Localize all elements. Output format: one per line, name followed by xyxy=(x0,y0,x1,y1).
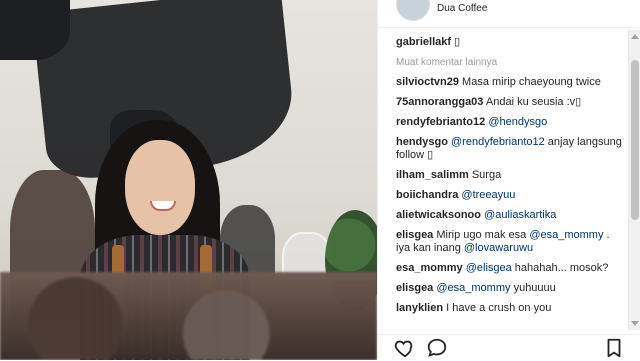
comment-row: silvioctvn29 Masa mirip chaeyoung twice xyxy=(378,76,626,89)
comment-row: lanyklien I have a crush on you xyxy=(378,302,626,315)
username[interactable]: lanyklien xyxy=(396,302,443,314)
scroll-down-arrow-icon[interactable] xyxy=(631,321,639,326)
mention-link[interactable]: @esa_mommy xyxy=(529,229,603,241)
comment-text: Masa mirip chaeyoung twice xyxy=(462,76,601,88)
comment-row: ilham_salimm Surga xyxy=(378,169,626,182)
woman-face xyxy=(125,140,195,235)
post-header: Dua Coffee xyxy=(378,0,640,28)
username[interactable]: esa_mommy xyxy=(396,262,463,274)
username[interactable]: elisgea xyxy=(396,282,433,294)
comment-row: elisgea Mirip ugo mak esa @esa_mommy . i… xyxy=(378,229,626,255)
avatar[interactable] xyxy=(396,0,430,21)
mention-link[interactable]: @lovawaruwu xyxy=(464,242,533,254)
mention-link[interactable]: @esa_mommy xyxy=(436,282,510,294)
comment-row: esa_mommy @elisgea hahahah... mosok? xyxy=(378,262,626,275)
heart-icon[interactable] xyxy=(394,337,416,359)
caption-text: ▯ xyxy=(454,36,461,48)
wall-map xyxy=(0,0,70,60)
comment-text: Mirip ugo mak esa xyxy=(436,229,530,241)
username[interactable]: rendyfebrianto12 xyxy=(396,116,485,128)
username[interactable]: 75annorangga03 xyxy=(396,96,483,108)
mention-link[interactable]: @elisgea xyxy=(466,262,512,274)
comment-text: yuhuuuu xyxy=(510,282,556,294)
scroll-up-arrow-icon[interactable] xyxy=(631,34,639,39)
scrollbar-thumb[interactable] xyxy=(631,60,639,220)
username[interactable]: elisgea xyxy=(396,229,433,241)
username[interactable]: silvioctvn29 xyxy=(396,76,459,88)
post-actions xyxy=(378,334,640,361)
location-label[interactable]: Dua Coffee xyxy=(437,3,487,14)
counter-foreground xyxy=(0,272,377,360)
comment-text: Surga xyxy=(471,169,502,181)
comment-row: rendyfebrianto12 @hendysgo xyxy=(378,116,626,129)
mention-link[interactable]: @auliaskartika xyxy=(484,209,556,221)
username[interactable]: ilham_salimm xyxy=(396,169,469,181)
comment-text: I have a crush on you xyxy=(446,302,552,314)
comments-panel: Dua Coffee gabriellakf ▯ Muat komentar l… xyxy=(377,0,640,361)
comment-row: alietwicaksonoo @auliaskartika xyxy=(378,209,626,222)
mention-link[interactable]: @rendyfebrianto12 xyxy=(451,136,545,148)
mention-link[interactable]: @hendysgo xyxy=(488,116,547,128)
comment-icon[interactable] xyxy=(426,337,448,359)
comment-row: 75annorangga03 Andai ku seusia :v▯ xyxy=(378,96,626,109)
mention-link[interactable]: @treeayuu xyxy=(461,189,515,201)
username[interactable]: gabriellakf xyxy=(396,36,451,48)
comment-row: hendysgo @rendyfebrianto12 anjay langsun… xyxy=(378,136,626,162)
comment-text: Andai ku seusia :v▯ xyxy=(485,96,582,108)
comment-row: boiichandra @treeayuu xyxy=(378,189,626,202)
username[interactable]: hendysgo xyxy=(396,136,448,148)
comment-text: hahahah... mosok? xyxy=(511,262,609,274)
bookmark-icon[interactable] xyxy=(603,337,625,359)
load-more-comments[interactable]: Muat komentar lainnya xyxy=(378,56,626,69)
comments-list: gabriellakf ▯ Muat komentar lainnya silv… xyxy=(378,36,626,315)
comments-scrollbar[interactable] xyxy=(628,30,640,330)
username[interactable]: alietwicaksonoo xyxy=(396,209,481,221)
username[interactable]: boiichandra xyxy=(396,189,458,201)
post-photo xyxy=(0,0,377,360)
comment-row: elisgea @esa_mommy yuhuuuu xyxy=(378,282,626,295)
caption-row: gabriellakf ▯ xyxy=(378,36,626,49)
